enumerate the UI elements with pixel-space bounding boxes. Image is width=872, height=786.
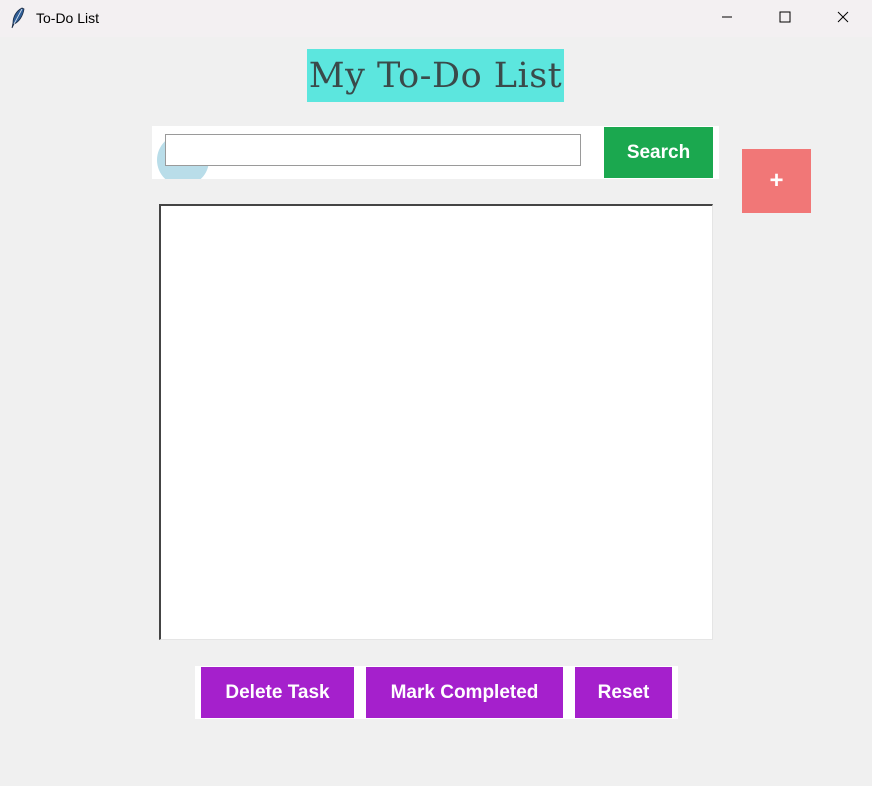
title-bar: To-Do List — [0, 0, 872, 37]
minimize-icon — [721, 10, 733, 28]
maximize-button[interactable] — [756, 0, 814, 37]
add-task-button[interactable]: + — [742, 149, 811, 213]
window-title: To-Do List — [36, 10, 100, 26]
minimize-button[interactable] — [698, 0, 756, 37]
maximize-icon — [779, 10, 791, 28]
feather-icon — [10, 7, 26, 29]
task-listbox[interactable] — [159, 204, 713, 640]
close-icon — [837, 10, 849, 28]
reset-button[interactable]: Reset — [575, 667, 672, 718]
search-input[interactable] — [165, 134, 581, 166]
search-button[interactable]: Search — [604, 127, 713, 178]
mark-completed-button[interactable]: Mark Completed — [366, 667, 563, 718]
page-title: My To-Do List — [307, 49, 564, 102]
close-button[interactable] — [814, 0, 872, 37]
delete-task-button[interactable]: Delete Task — [201, 667, 354, 718]
